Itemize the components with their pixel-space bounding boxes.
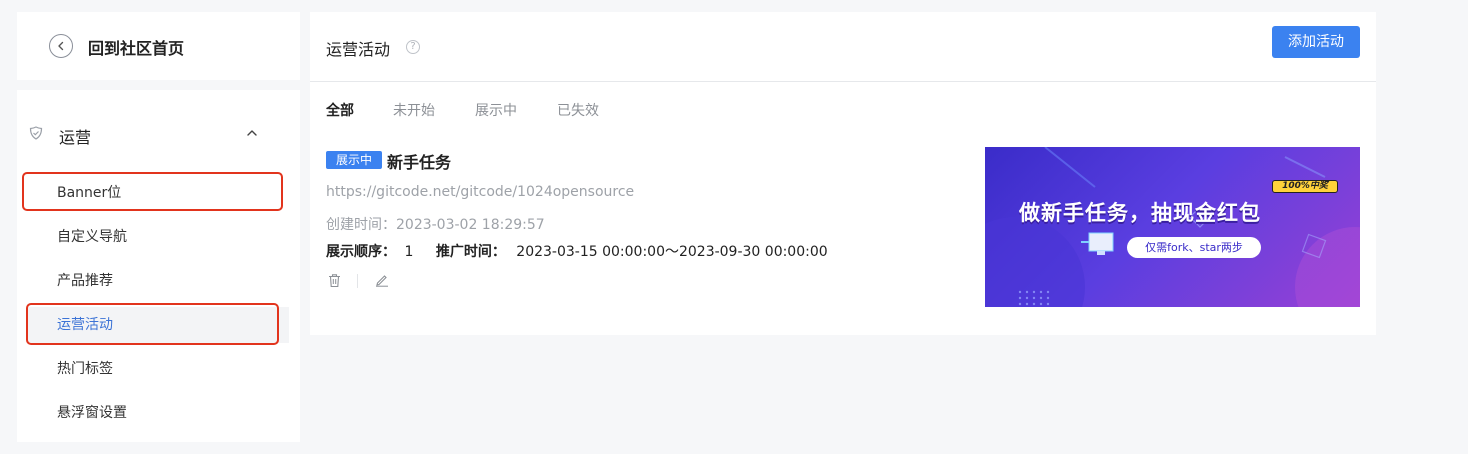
actions-divider <box>357 274 358 288</box>
activity-url-link[interactable]: https://gitcode.net/gitcode/1024opensour… <box>326 184 634 200</box>
delete-icon[interactable] <box>328 273 341 288</box>
sidebar-item-banner[interactable]: Banner位 <box>27 175 289 211</box>
activity-created: 创建时间：2023-03-02 18:29:57 <box>326 214 545 234</box>
activity-banner-image: 100%中奖 做新手任务，抽现金红包 仅需fork、star两步 <box>985 147 1360 307</box>
tab-not-started[interactable]: 未开始 <box>393 100 435 120</box>
status-badge: 展示中 <box>326 151 382 169</box>
order-label: 展示顺序： <box>326 244 396 260</box>
sidebar-item-float-window[interactable]: 悬浮窗设置 <box>27 395 289 431</box>
sidebar-item-product-recommend[interactable]: 产品推荐 <box>27 263 289 299</box>
back-to-community-link[interactable]: 回到社区首页 <box>88 35 184 59</box>
sidebar-group-operation[interactable]: 运营 <box>17 120 300 148</box>
chevron-left-icon <box>58 41 64 51</box>
tab-expired[interactable]: 已失效 <box>557 100 599 120</box>
help-icon[interactable]: ? <box>406 40 420 54</box>
created-value: 2023-03-02 18:29:57 <box>396 217 545 233</box>
sidebar-group-label: 运营 <box>59 128 92 147</box>
banner-tag: 100%中奖 <box>1272 180 1338 193</box>
promo-label: 推广时间： <box>435 244 506 260</box>
created-label: 创建时间： <box>326 217 396 233</box>
tab-showing[interactable]: 展示中 <box>475 100 517 120</box>
chevron-up-icon <box>247 130 257 136</box>
sidebar-nav: 运营 Banner位 自定义导航 产品推荐 运营活动 热门标签 悬浮窗设置 <box>17 90 300 442</box>
order-value: 1 <box>404 244 414 260</box>
add-activity-button[interactable]: 添加活动 <box>1272 26 1360 58</box>
tab-all[interactable]: 全部 <box>326 100 354 120</box>
activity-meta: 展示顺序： 1 推广时间： 2023-03-15 00:00:00～2023-0… <box>326 241 828 261</box>
back-button[interactable] <box>49 34 73 58</box>
edit-icon[interactable] <box>375 273 389 287</box>
page-title: 运营活动 <box>326 40 391 59</box>
banner-pill: 仅需fork、star两步 <box>1127 237 1261 258</box>
page-header: 运营活动 ? 添加活动 <box>310 12 1376 82</box>
promo-value: 2023-03-15 00:00:00～2023-09-30 00:00:00 <box>516 244 828 260</box>
activity-title: 新手任务 <box>387 153 452 172</box>
banner-decoration <box>985 147 1360 307</box>
banner-headline: 做新手任务，抽现金红包 <box>1019 201 1261 225</box>
main-panel: 运营活动 ? 添加活动 全部 未开始 展示中 已失效 展示中 新手任务 http… <box>310 12 1376 335</box>
back-card: 回到社区首页 <box>17 12 300 80</box>
sidebar-item-operation-activity[interactable]: 运营活动 <box>27 307 289 343</box>
sidebar-item-hot-tags[interactable]: 热门标签 <box>27 351 289 387</box>
shield-icon <box>29 126 43 140</box>
sidebar-item-custom-nav[interactable]: 自定义导航 <box>27 219 289 255</box>
